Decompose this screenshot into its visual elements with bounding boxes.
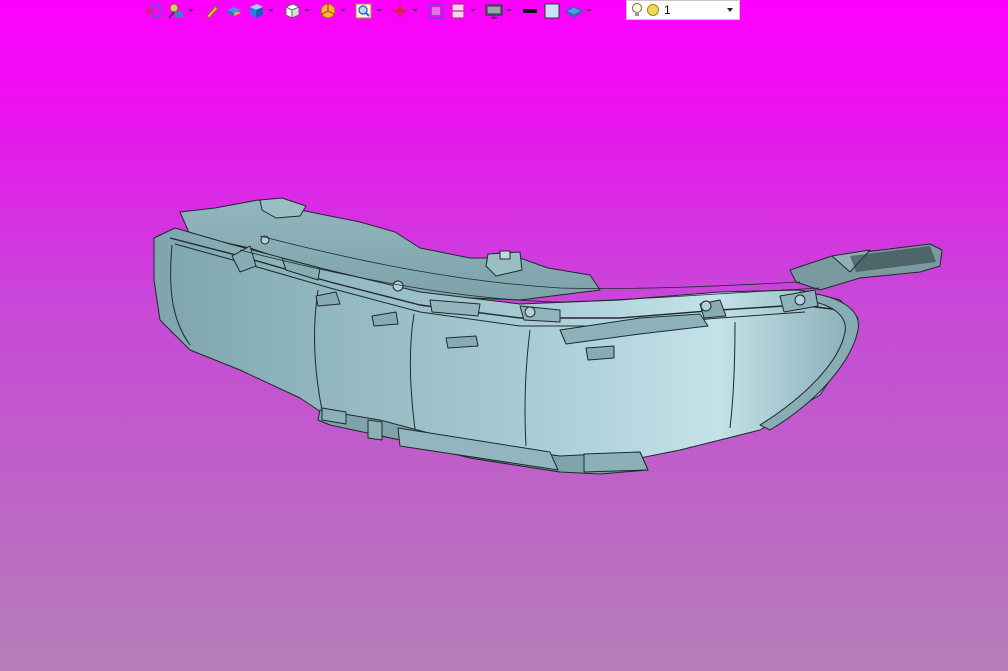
headlamp-model[interactable] [0, 0, 1008, 671]
